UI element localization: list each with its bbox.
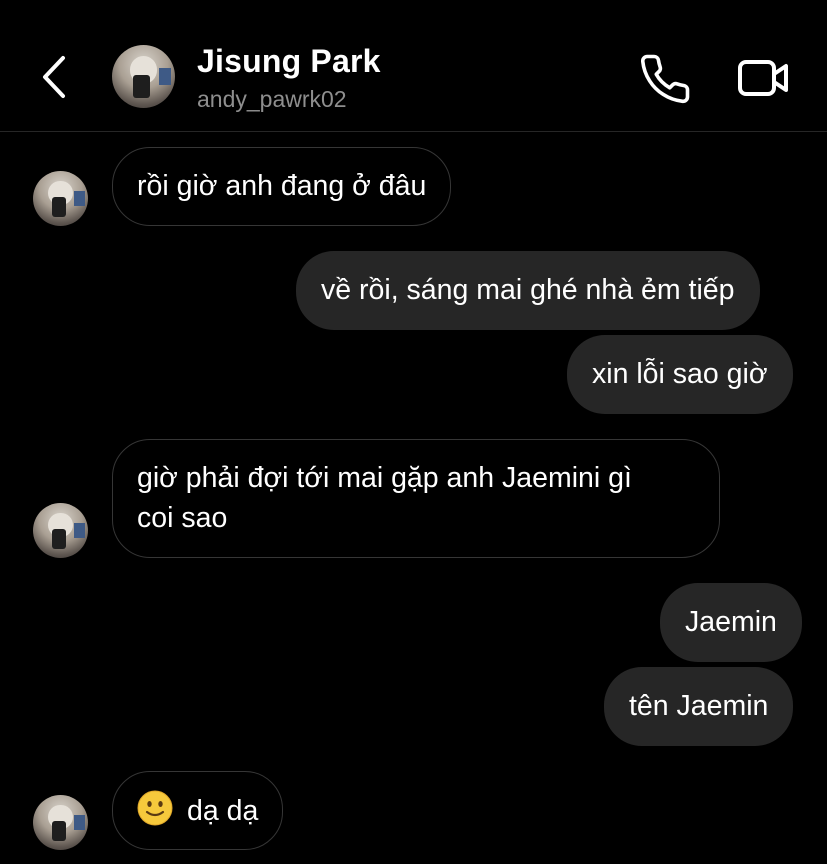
outgoing-message-bubble[interactable]: xin lỗi sao giờ	[567, 335, 793, 414]
video-call-button[interactable]	[734, 54, 794, 102]
video-camera-icon	[738, 60, 788, 96]
outgoing-message-bubble[interactable]: tên Jaemin	[604, 667, 794, 746]
contact-avatar[interactable]	[112, 45, 175, 108]
chevron-left-icon	[43, 56, 65, 98]
incoming-message-bubble[interactable]: rồi giờ anh đang ở đâu	[112, 147, 452, 226]
sender-avatar[interactable]	[33, 171, 88, 226]
message-text-line: coi sao	[137, 502, 228, 534]
message-text: dạ dạ	[187, 795, 259, 827]
outgoing-message-bubble[interactable]: về rồi, sáng mai ghé nhà ẻm tiếp	[296, 251, 760, 330]
phone-icon	[640, 54, 690, 104]
contact-username[interactable]: andy_pawrk02	[197, 86, 347, 113]
slightly-smiling-face-emoji	[137, 790, 173, 826]
message-text: tên Jaemin	[629, 690, 769, 722]
sender-avatar[interactable]	[33, 503, 88, 558]
incoming-message-bubble[interactable]: dạ dạ	[112, 771, 284, 850]
outgoing-message-bubble[interactable]: Jaemin	[660, 583, 802, 662]
message-text: về rồi, sáng mai ghé nhà ẻm tiếp	[321, 274, 735, 306]
message-text: rồi giờ anh đang ở đâu	[137, 170, 427, 202]
contact-name[interactable]: Jisung Park	[197, 43, 381, 80]
chat-header: Jisung Park andy_pawrk02	[0, 0, 827, 132]
message-text-line: giờ phải đợi tới mai gặp anh Jaemini gì	[137, 462, 632, 494]
incoming-message-bubble[interactable]: giờ phải đợi tới mai gặp anh Jaemini gì …	[112, 439, 720, 558]
back-button[interactable]	[30, 50, 78, 104]
audio-call-button[interactable]	[638, 52, 692, 106]
message-text: Jaemin	[685, 606, 777, 638]
sender-avatar[interactable]	[33, 795, 88, 850]
message-text: xin lỗi sao giờ	[592, 358, 768, 390]
